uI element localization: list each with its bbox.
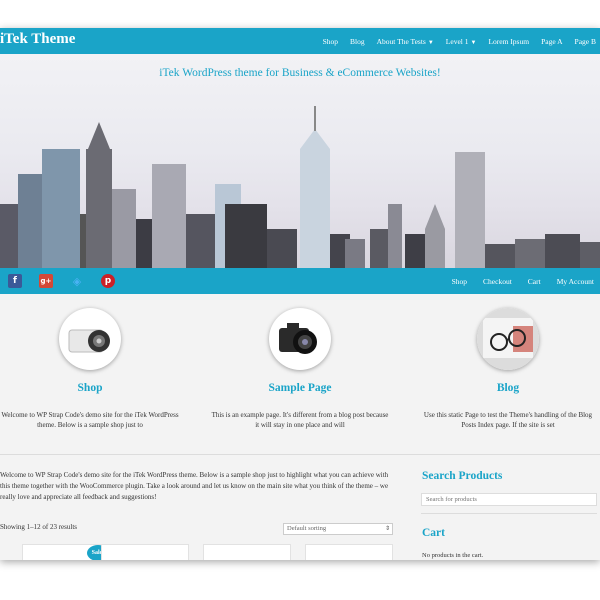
feature-title[interactable]: Sample Page xyxy=(210,382,390,394)
product-card[interactable] xyxy=(101,544,189,560)
nav-item-page-a[interactable]: Page A xyxy=(541,37,562,46)
nav-label: Lorem Ipsum xyxy=(488,36,530,46)
product-card[interactable] xyxy=(203,544,291,560)
nav-label: Page A xyxy=(541,36,563,46)
camera-image[interactable] xyxy=(269,308,331,370)
caret-down-icon: ▼ xyxy=(427,39,434,46)
feature-title[interactable]: Blog xyxy=(418,382,598,394)
shop-nav: Shop Checkout Cart My Account xyxy=(436,268,594,294)
pinterest-icon[interactable]: p xyxy=(101,274,115,288)
glasses-image[interactable] xyxy=(477,308,539,370)
google-plus-icon[interactable]: g+ xyxy=(39,274,53,288)
product-card[interactable]: Sale! xyxy=(22,544,110,560)
camera-image[interactable] xyxy=(59,308,121,370)
feature-title[interactable]: Shop xyxy=(0,382,180,394)
browser-page: iTek Theme Shop Blog About The Tests ▼ Le… xyxy=(0,28,600,560)
search-products-title: Search Products xyxy=(422,470,503,482)
site-title[interactable]: iTek Theme xyxy=(0,31,75,48)
hero-tagline: iTek WordPress theme for Business & eCom… xyxy=(159,67,441,79)
top-navbar: iTek Theme Shop Blog About The Tests ▼ Le… xyxy=(0,28,600,54)
city-skyline-image xyxy=(0,106,600,268)
nav-item-page-b[interactable]: Page B xyxy=(575,37,596,46)
cart-empty-text: No products in the cart. xyxy=(422,552,484,559)
feature-text: Welcome to WP Strap Code's demo site for… xyxy=(1,411,179,429)
twitter-icon[interactable]: ◈ xyxy=(70,274,84,288)
cart-title: Cart xyxy=(422,527,445,539)
nav-label: Level 1 xyxy=(445,36,469,46)
nav-item-shop[interactable]: Shop xyxy=(323,37,338,46)
shopnav-item-checkout[interactable]: Checkout xyxy=(483,277,512,286)
nav-label: Blog xyxy=(350,36,365,46)
social-bar: f g+ ◈ p Shop Checkout Cart My Account xyxy=(0,268,600,294)
sort-select[interactable]: Default sorting ⇕ xyxy=(283,523,393,535)
nav-item-level-1[interactable]: Level 1 ▼ xyxy=(446,37,477,46)
shopnav-item-my-account[interactable]: My Account xyxy=(557,277,594,286)
nav-label: About The Tests xyxy=(376,36,426,46)
sidebar-divider xyxy=(421,513,597,514)
shop-intro-text: Welcome to WP Strap Code's demo site for… xyxy=(0,471,389,501)
product-card[interactable] xyxy=(305,544,393,560)
section-divider xyxy=(0,454,600,455)
search-products-input[interactable] xyxy=(421,493,597,506)
nav-label: Page B xyxy=(574,36,596,46)
shopnav-item-cart[interactable]: Cart xyxy=(528,277,541,286)
shopnav-item-shop[interactable]: Shop xyxy=(452,277,467,286)
feature-text: Use this static Page to test the Theme's… xyxy=(423,411,593,429)
nav-item-blog[interactable]: Blog xyxy=(350,37,365,46)
hero-banner: iTek WordPress theme for Business & eCom… xyxy=(0,54,600,268)
nav-item-lorem-ipsum[interactable]: Lorem Ipsum xyxy=(488,37,529,46)
facebook-icon[interactable]: f xyxy=(8,274,22,288)
result-count: Showing 1–12 of 23 results xyxy=(0,523,77,531)
nav-label: Shop xyxy=(322,36,339,46)
caret-down-icon: ▼ xyxy=(470,39,477,46)
main-nav: Shop Blog About The Tests ▼ Level 1 ▼ Lore… xyxy=(311,28,596,54)
feature-boxes: Shop Welcome to WP Strap Code's demo sit… xyxy=(0,294,600,462)
select-arrows-icon: ⇕ xyxy=(384,525,390,532)
social-links: f g+ ◈ p xyxy=(8,274,132,288)
feature-text: This is an example page. It's different … xyxy=(211,411,389,429)
nav-item-about-the-tests[interactable]: About The Tests ▼ xyxy=(377,37,434,46)
sort-select-value: Default sorting xyxy=(287,525,327,532)
